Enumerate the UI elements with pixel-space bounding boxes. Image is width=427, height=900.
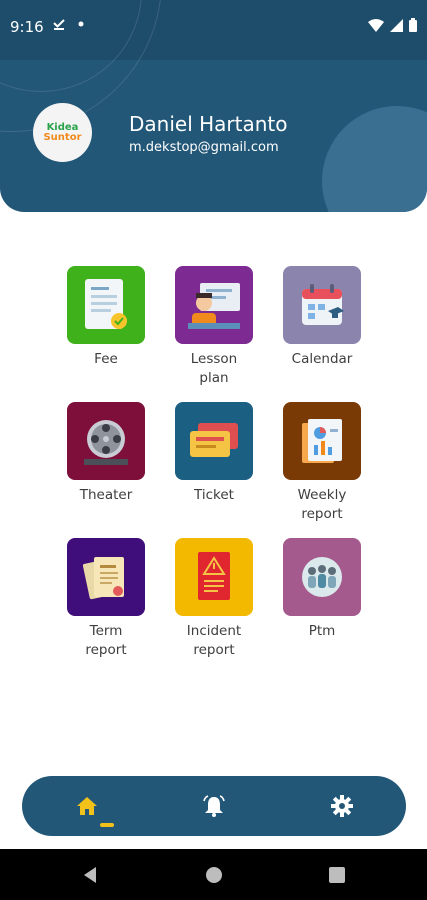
home-icon [77,797,97,815]
menu-item-theater[interactable]: Theater [52,402,160,505]
parent-teacher-meeting-icon [302,557,342,597]
active-tab-indicator [100,823,114,827]
weekly-report-tile-icon[interactable] [283,402,361,480]
nav-settings-button[interactable] [326,790,358,822]
nav-alarm-button[interactable] [198,790,230,822]
theater-tile-icon[interactable] [67,402,145,480]
menu-label: Term report [85,623,127,658]
menu-item-fee[interactable]: Fee [52,266,160,369]
term-report-tile-icon[interactable] [67,538,145,616]
bottom-navigation [22,776,406,836]
menu-label: Fee [94,351,118,367]
menu-label: Calendar [291,351,353,367]
user-name: Daniel Hartanto [129,112,288,136]
menu-item-incident-report[interactable]: Incident report [160,538,268,660]
decorative-circle [322,106,427,212]
settings-gear-icon [331,795,353,817]
system-navigation-bar [0,849,427,900]
menu-item-ticket[interactable]: Ticket [160,402,268,505]
menu-label: Lesson plan [190,351,238,386]
download-done-icon [53,19,65,30]
menu-label: Incident report [186,623,242,658]
calendar-icon [302,284,344,325]
film-reel-icon [84,420,128,465]
menu-item-weekly-report[interactable]: Weekly report [268,402,376,524]
lesson-plan-tile-icon[interactable] [175,266,253,344]
menu-item-ptm[interactable]: Ptm [268,538,376,641]
alarm-bell-icon [203,795,225,817]
wifi-icon [368,18,384,32]
school-logo-avatar[interactable]: Kidea Suntor [33,103,92,162]
incident-report-tile-icon[interactable] [175,538,253,616]
fee-document-icon [85,279,127,329]
menu-label: Ptm [308,623,336,639]
nav-home-button[interactable] [71,790,103,822]
system-home-icon[interactable] [205,866,223,884]
status-time: 9:16 [10,18,44,36]
menu-label: Theater [79,487,133,503]
ticket-icon [190,423,238,457]
menu-item-term-report[interactable]: Term report [52,538,160,660]
notification-dot-icon [78,21,84,27]
ticket-tile-icon[interactable] [175,402,253,480]
system-back-icon[interactable] [82,866,98,884]
cellular-signal-icon [390,18,403,32]
incident-warning-icon [198,552,230,600]
logo-text: Kidea [46,121,79,133]
profile-header: 9:16 Kidea Suntor Daniel Hartanto m.deks… [0,0,427,212]
battery-icon [409,18,417,32]
report-cards-icon [82,557,124,600]
logo-text: Suntor [43,131,82,143]
system-recents-icon[interactable] [329,867,345,883]
menu-item-calendar[interactable]: Calendar [268,266,376,369]
fee-tile-icon[interactable] [67,266,145,344]
menu-label: Ticket [194,487,234,503]
user-email: m.dekstop@gmail.com [129,140,279,155]
menu-item-lesson-plan[interactable]: Lesson plan [160,266,268,388]
ptm-tile-icon[interactable] [283,538,361,616]
report-chart-icon [302,419,342,463]
teacher-board-icon [188,283,240,329]
menu-label: Weekly report [297,487,347,522]
calendar-tile-icon[interactable] [283,266,361,344]
